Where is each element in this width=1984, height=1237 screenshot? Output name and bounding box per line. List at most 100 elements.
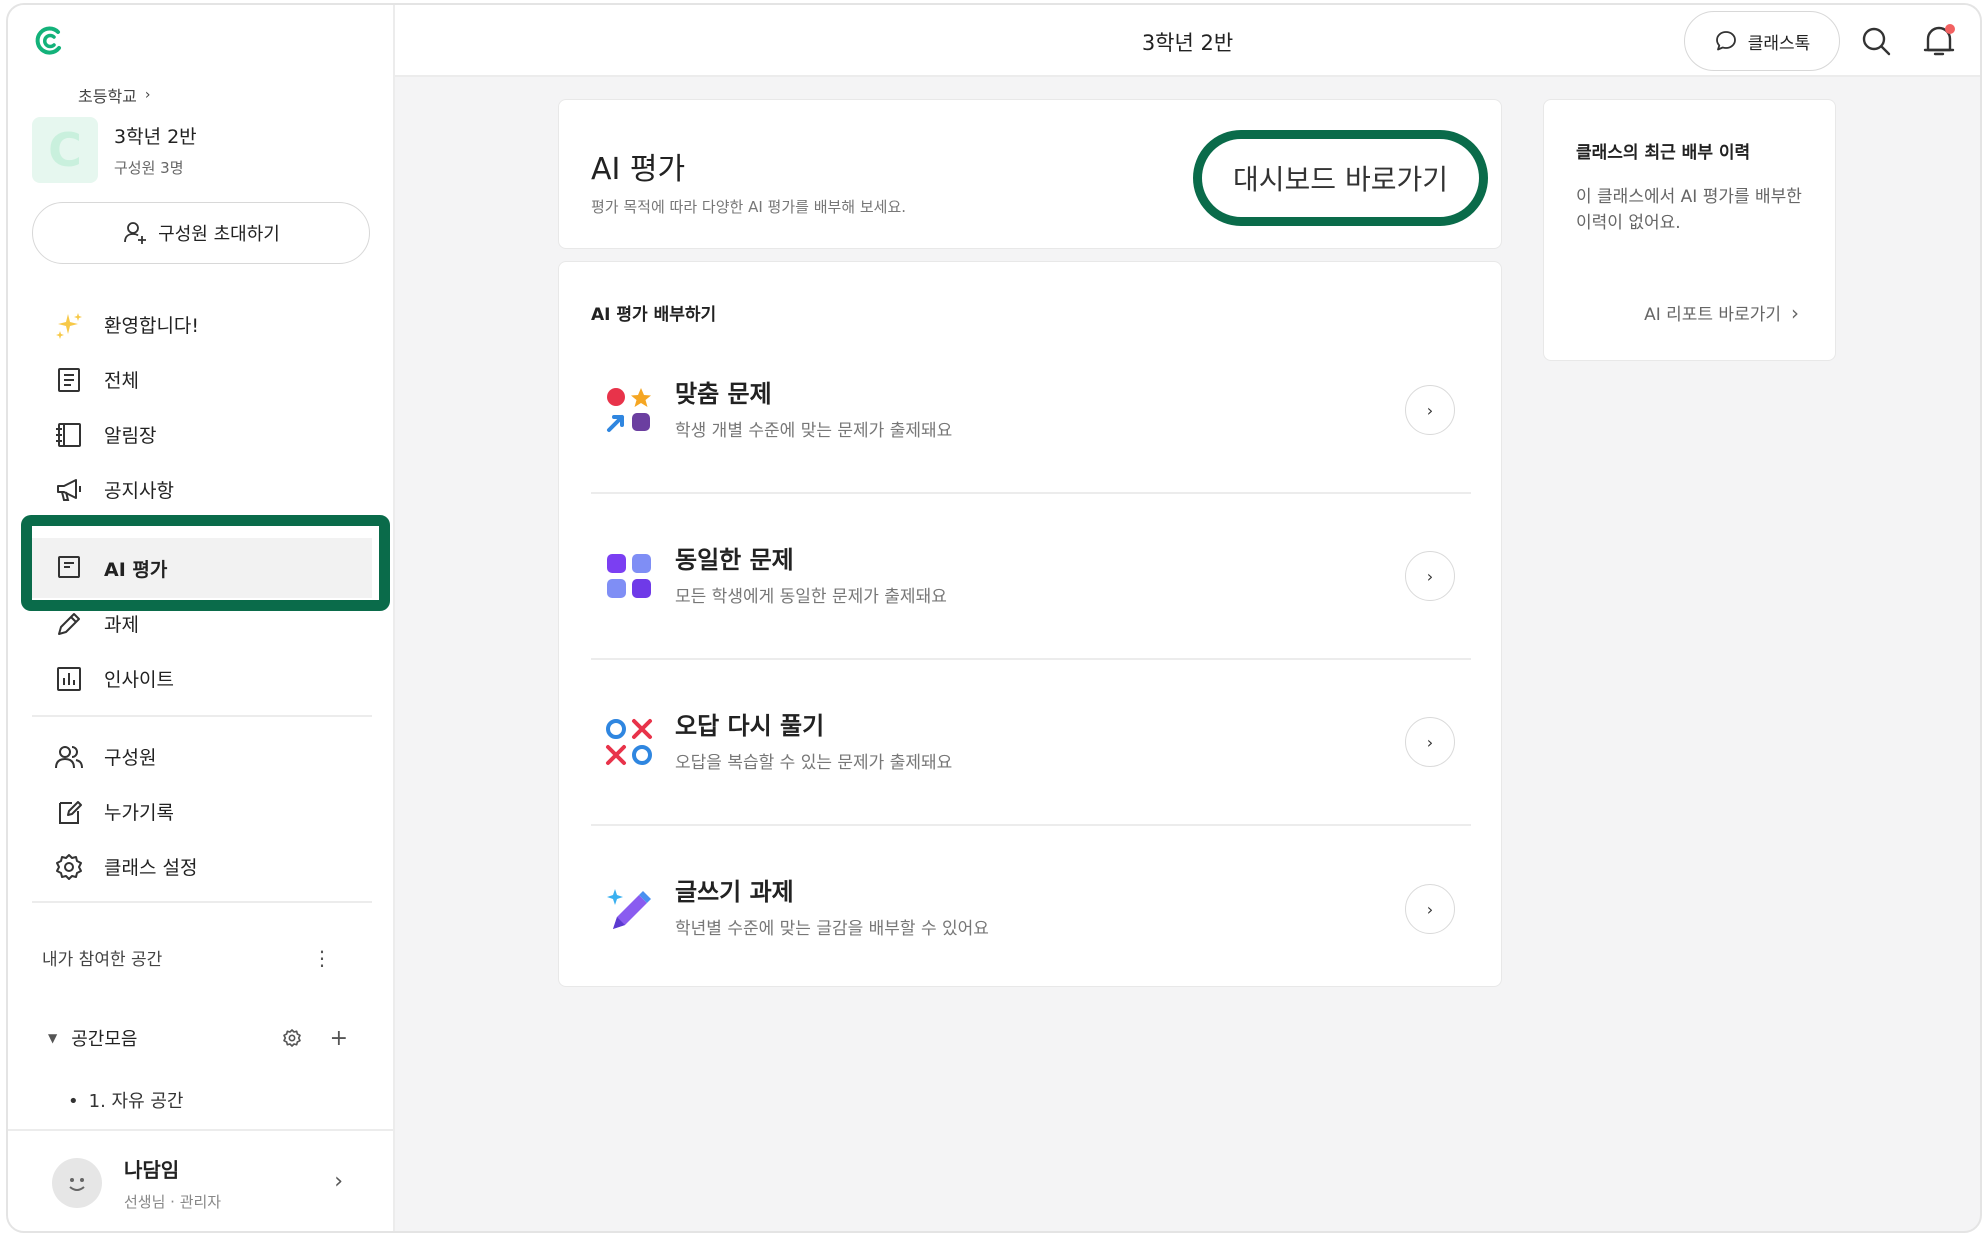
chevron-right-icon[interactable]: ›: [1405, 717, 1455, 767]
item-title: 오답 다시 풀기: [675, 712, 825, 740]
custom-problem-icon: [607, 388, 651, 432]
class-initial: C: [48, 123, 82, 177]
ai-assessment-distribute-card: AI 평가 배부하기 맞춤 문제 학생 개별 수준에 맞는 문제가 출제돼요 ›…: [558, 261, 1502, 987]
invite-member-button[interactable]: 구성원 초대하기: [32, 202, 370, 264]
ai-report-label: AI 리포트 바로가기: [1644, 305, 1781, 325]
history-empty-message: 이 클래스에서 AI 평가를 배부한 이력이 없어요.: [1576, 187, 1802, 234]
nav-label: 누가기록: [104, 802, 174, 824]
sidebar: 초등학교 › C 3학년 2반 구성원 3명 구성원 초대하기 환영합니다! 전…: [8, 5, 395, 1231]
members-icon: [55, 745, 83, 768]
class-talk-button[interactable]: 클래스톡: [1684, 11, 1840, 71]
dashboard-shortcut-button[interactable]: 대시보드 바로가기: [1193, 130, 1488, 226]
class-avatar: C: [32, 117, 98, 183]
nav-item-all[interactable]: 전체: [32, 352, 372, 407]
nav-item-records[interactable]: 누가기록: [32, 784, 372, 839]
nav-item-class-settings[interactable]: 클래스 설정: [32, 839, 372, 894]
sidebar-divider: [32, 715, 372, 717]
item-title: 맞춤 문제: [675, 380, 772, 408]
ai-report-link[interactable]: AI 리포트 바로가기 ›: [1644, 300, 1799, 326]
sparkle-icon: [56, 312, 82, 339]
section-title: AI 평가: [591, 152, 686, 187]
list-item-same-problem[interactable]: 동일한 문제 모든 학생에게 동일한 문제가 출제돼요 ›: [591, 494, 1471, 660]
list-item-wrong-answer-retry[interactable]: 오답 다시 풀기 오답을 복습할 수 있는 문제가 출제돼요 ›: [591, 660, 1471, 826]
gear-icon[interactable]: [282, 1028, 302, 1048]
space-item[interactable]: • 1. 자유 공간: [68, 1087, 183, 1113]
user-profile[interactable]: 나담임 선생님 · 관리자 ›: [8, 1129, 393, 1231]
school-name: 초등학교: [78, 87, 137, 106]
item-description: 오답을 복습할 수 있는 문제가 출제돼요: [675, 753, 953, 773]
magic-pen-icon: [607, 889, 651, 929]
class-info[interactable]: C 3학년 2반 구성원 3명: [32, 117, 197, 183]
notification-bell-icon[interactable]: [1922, 23, 1956, 59]
class-member-count: 구성원 3명: [114, 159, 184, 177]
document-icon: [58, 367, 80, 392]
chart-icon: [57, 666, 81, 691]
item-title: 동일한 문제: [675, 546, 794, 574]
nav-item-assignment[interactable]: 과제: [32, 596, 372, 651]
profile-name: 나담임: [124, 1158, 180, 1182]
nav-label: 알림장: [104, 425, 157, 447]
history-title: 클래스의 최근 배부 이력: [1576, 143, 1751, 163]
space-group-row[interactable]: ▼ 공간모음 +: [48, 1025, 348, 1051]
list-item-custom-problem[interactable]: 맞춤 문제 학생 개별 수준에 맞는 문제가 출제돼요 ›: [591, 328, 1471, 494]
sidebar-divider: [32, 901, 372, 903]
space-group-name: 공간모음: [71, 1029, 138, 1050]
caret-down-icon[interactable]: ▼: [48, 1031, 57, 1045]
app-window: 초등학교 › C 3학년 2반 구성원 3명 구성원 초대하기 환영합니다! 전…: [6, 3, 1982, 1233]
nav-label: 전체: [104, 370, 139, 392]
classting-logo-icon[interactable]: [32, 23, 68, 59]
class-talk-label: 클래스톡: [1747, 33, 1811, 54]
nav-item-ai-assessment[interactable]: AI 평가: [32, 538, 372, 598]
nav-label: 인사이트: [104, 669, 174, 691]
nav-item-announcements[interactable]: 공지사항: [32, 462, 372, 517]
nav-label: 환영합니다!: [104, 315, 200, 337]
nav-item-insight[interactable]: 인사이트: [32, 651, 372, 706]
invite-label: 구성원 초대하기: [158, 224, 280, 245]
class-name: 3학년 2반: [114, 126, 197, 148]
profile-role: 선생님 · 관리자: [124, 1193, 222, 1211]
notebook-icon: [56, 422, 81, 447]
pencil-icon: [58, 612, 80, 635]
top-bar: 3학년 2반 클래스톡: [395, 5, 1980, 77]
chat-bubble-icon: [1715, 31, 1736, 51]
nav-item-members[interactable]: 구성원: [32, 729, 372, 784]
nav-ai: AI 평가: [32, 538, 372, 598]
joined-spaces-title: 내가 참여한 공간: [42, 950, 163, 970]
ox-icon: [606, 719, 652, 765]
nav-label: 공지사항: [104, 480, 174, 502]
joined-spaces-header: 내가 참여한 공간 ⋮: [42, 945, 332, 971]
section-subtitle: 평가 목적에 따라 다양한 AI 평가를 배부해 보세요.: [591, 198, 907, 216]
list-item-writing-assignment[interactable]: 글쓰기 과제 학년별 수준에 맞는 글감을 배부할 수 있어요 ›: [591, 826, 1471, 992]
chevron-right-icon[interactable]: ›: [1405, 385, 1455, 435]
megaphone-icon: [57, 478, 81, 501]
chevron-right-icon: ›: [1791, 300, 1799, 325]
recent-distribution-history-card: 클래스의 최근 배부 이력 이 클래스에서 AI 평가를 배부한 이력이 없어요…: [1543, 99, 1836, 361]
chevron-right-icon[interactable]: ›: [1405, 551, 1455, 601]
plus-icon[interactable]: +: [330, 1026, 348, 1051]
item-title: 글쓰기 과제: [675, 878, 794, 906]
nav-manage: 구성원 누가기록 클래스 설정: [32, 729, 372, 894]
ai-assessment-header-card: AI 평가 평가 목적에 따라 다양한 AI 평가를 배부해 보세요. 대시보드…: [558, 99, 1502, 249]
school-breadcrumb[interactable]: 초등학교 ›: [78, 83, 151, 107]
more-vertical-icon[interactable]: ⋮: [312, 946, 332, 970]
nav-item-welcome[interactable]: 환영합니다!: [32, 297, 372, 352]
add-user-icon: [124, 222, 147, 244]
grid-squares-icon: [607, 554, 651, 598]
gear-icon: [56, 853, 82, 880]
nav-main: 환영합니다! 전체 알림장 공지사항: [32, 297, 372, 517]
chevron-right-icon: ›: [144, 87, 151, 103]
nav-item-notice-board[interactable]: 알림장: [32, 407, 372, 462]
search-icon[interactable]: [1860, 25, 1892, 57]
space-item-label: 1. 자유 공간: [88, 1091, 184, 1112]
distribute-title: AI 평가 배부하기: [591, 305, 717, 325]
chevron-right-icon[interactable]: ›: [1405, 884, 1455, 934]
avatar: [52, 1158, 102, 1208]
book-icon: [58, 556, 80, 578]
nav-label: AI 평가: [104, 558, 168, 581]
item-description: 학생 개별 수준에 맞는 문제가 출제돼요: [675, 421, 953, 441]
bullet-icon: •: [68, 1091, 79, 1112]
item-description: 학년별 수준에 맞는 글감을 배부할 수 있어요: [675, 919, 989, 939]
smiley-icon: [69, 1178, 85, 1191]
chevron-right-icon[interactable]: ›: [334, 1169, 343, 1194]
nav-secondary: 과제 인사이트: [32, 596, 372, 706]
